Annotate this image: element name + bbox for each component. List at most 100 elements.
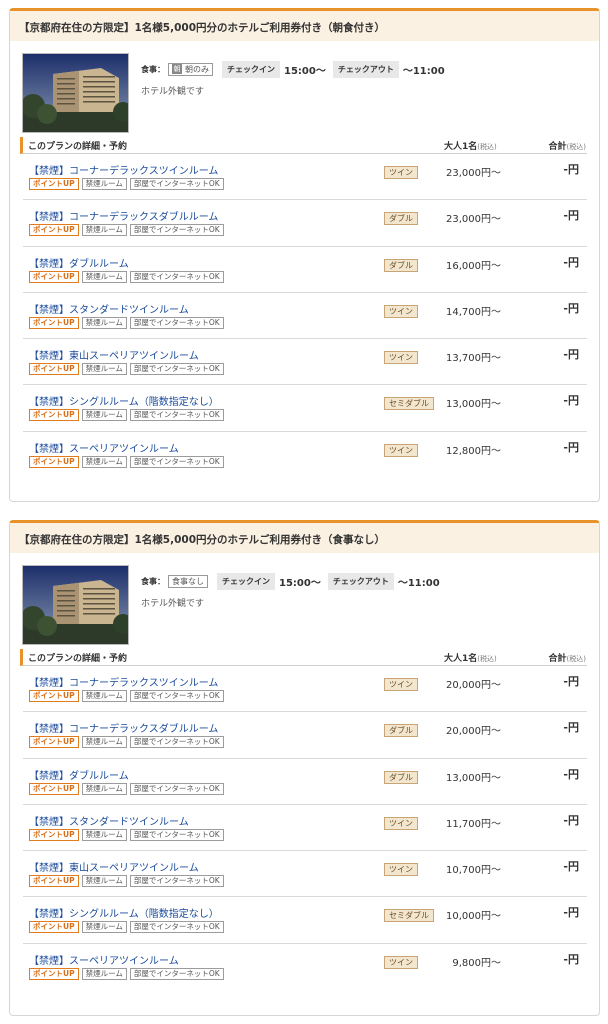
room-name-link[interactable]: 【禁煙】シングルルーム（階数指定なし） <box>29 393 219 408</box>
plan-title[interactable]: 【京都府在住の方限定】1名様5,000円分のホテルご利用券付き（朝食付き） <box>10 11 599 41</box>
bed-type-badge: ダブル <box>384 212 418 226</box>
room-price: 23,000円～ <box>446 214 501 226</box>
point-up-tag: ポイントUP <box>29 224 79 237</box>
room-total: -円 <box>563 348 579 362</box>
room-list: 【禁煙】コーナーデラックスツインルーム ポイントUP 禁煙ルーム 部屋でインターネット… <box>23 666 587 990</box>
internet-tag: 部屋でインターネットOK <box>129 316 224 329</box>
room-name-link[interactable]: 【禁煙】コーナーデラックスツインルーム <box>29 162 218 177</box>
room-tags: ポイントUP 禁煙ルーム 部屋でインターネットOK <box>29 828 227 841</box>
room-name-link[interactable]: 【禁煙】ダブルルーム <box>29 767 129 782</box>
room-row: 【禁煙】シングルルーム（階数指定なし） ポイントUP 禁煙ルーム 部屋でインターネット… <box>23 385 587 432</box>
total-column-header: 合計(税込) <box>548 142 586 152</box>
meal-label: 食事： <box>141 64 165 74</box>
plan-title[interactable]: 【京都府在住の方限定】1名様5,000円分のホテルご利用券付き（食事なし） <box>10 523 599 553</box>
detail-title: このプランの詳細・予約 <box>28 654 128 664</box>
room-name-link[interactable]: 【禁煙】シングルルーム（階数指定なし） <box>29 905 219 920</box>
non-smoking-tag: 禁煙ルーム <box>81 967 127 980</box>
room-price: 13,700円～ <box>446 353 501 365</box>
plan-card: 【京都府在住の方限定】1名様5,000円分のホテルご利用券付き（食事なし） 食事… <box>9 520 600 1016</box>
internet-tag: 部屋でインターネットOK <box>129 178 224 190</box>
room-tags: ポイントUP 禁煙ルーム 部屋でインターネットOK <box>29 178 227 190</box>
bed-type-badge: ツイン <box>384 304 418 318</box>
detail-title: このプランの詳細・予約 <box>28 142 128 152</box>
bed-type-badge: ツイン <box>384 678 418 691</box>
room-tags: ポイントUP 禁煙ルーム 部屋でインターネットOK <box>29 875 227 888</box>
point-up-tag: ポイントUP <box>29 178 79 190</box>
internet-tag: 部屋でインターネットOK <box>129 967 224 980</box>
room-row: 【禁煙】スーペリアツインルーム ポイントUP 禁煙ルーム 部屋でインターネットOK ツイ… <box>23 944 587 990</box>
hotel-exterior-photo[interactable] <box>22 565 129 645</box>
point-up-tag: ポイントUP <box>29 363 79 376</box>
photo-caption: ホテル外観です <box>141 87 205 97</box>
room-row: 【禁煙】東山スーペリアツインルーム ポイントUP 禁煙ルーム 部屋でインターネットOK… <box>23 851 587 898</box>
plan-summary: 食事： 食事なし チェックイン 15:00～ チェックアウト ～11:00 ホテ… <box>10 553 599 649</box>
room-price: 11,700円～ <box>446 818 501 830</box>
checkout-label: チェックアウト <box>332 60 399 78</box>
room-tags: ポイントUP 禁煙ルーム 部屋でインターネットOK <box>29 921 227 934</box>
room-name-link[interactable]: 【禁煙】ダブルルーム <box>29 255 129 270</box>
room-total: -円 <box>563 163 579 176</box>
room-list: 【禁煙】コーナーデラックスツインルーム ポイントUP 禁煙ルーム 部屋でインターネット… <box>23 154 587 478</box>
non-smoking-tag: 禁煙ルーム <box>81 224 127 237</box>
bed-type-badge: ツイン <box>384 443 418 457</box>
room-tags: ポイントUP 禁煙ルーム 部屋でインターネットOK <box>29 316 227 329</box>
room-total: -円 <box>563 394 579 408</box>
room-total: -円 <box>563 813 579 827</box>
meal-value: 朝のみ <box>185 64 209 74</box>
room-name-link[interactable]: 【禁煙】コーナーデラックスダブルルーム <box>29 720 218 735</box>
detail-header: このプランの詳細・予約 大人1名(税込) 合計(税込) <box>20 649 587 666</box>
room-tags: ポイントUP 禁煙ルーム 部屋でインターネットOK <box>29 363 227 376</box>
non-smoking-tag: 禁煙ルーム <box>81 782 127 795</box>
non-smoking-tag: 禁煙ルーム <box>81 875 127 888</box>
plan-card: 【京都府在住の方限定】1名様5,000円分のホテルご利用券付き（朝食付き） 食事… <box>9 8 600 502</box>
room-row: 【禁煙】コーナーデラックスツインルーム ポイントUP 禁煙ルーム 部屋でインターネット… <box>23 154 587 201</box>
point-up-tag: ポイントUP <box>29 455 79 468</box>
internet-tag: 部屋でインターネットOK <box>129 782 224 795</box>
room-tags: ポイントUP 禁煙ルーム 部屋でインターネットOK <box>29 409 227 422</box>
room-price: 14,700円～ <box>446 306 501 318</box>
room-row: 【禁煙】コーナーデラックスダブルルーム ポイントUP 禁煙ルーム 部屋でインターネット… <box>23 200 587 247</box>
bed-type-badge: ダブル <box>384 258 418 272</box>
room-row: 【禁煙】スタンダードツインルーム ポイントUP 禁煙ルーム 部屋でインターネットOK ツ… <box>23 805 587 852</box>
bed-type-badge: ダブル <box>384 770 418 784</box>
detail-header: このプランの詳細・予約 大人1名(税込) 合計(税込) <box>20 137 587 154</box>
checkout-time: ～11:00 <box>402 65 445 77</box>
bed-type-badge: セミダブル <box>384 397 434 411</box>
room-total: -円 <box>563 301 579 315</box>
room-row: 【禁煙】スーペリアツインルーム ポイントUP 禁煙ルーム 部屋でインターネットOK ツイ… <box>23 432 587 478</box>
internet-tag: 部屋でインターネットOK <box>129 690 224 702</box>
non-smoking-tag: 禁煙ルーム <box>81 828 127 841</box>
point-up-tag: ポイントUP <box>29 782 79 795</box>
room-name-link[interactable]: 【禁煙】スーペリアツインルーム <box>29 952 179 967</box>
room-row: 【禁煙】ダブルルーム ポイントUP 禁煙ルーム 部屋でインターネットOK ダブル 13,0… <box>23 759 587 805</box>
room-price: 13,000円～ <box>446 772 501 784</box>
non-smoking-tag: 禁煙ルーム <box>81 409 127 422</box>
fork-knife-icon: 朝 <box>172 64 182 74</box>
bed-type-badge: ダブル <box>384 724 418 738</box>
room-name-link[interactable]: 【禁煙】コーナーデラックスダブルルーム <box>29 208 218 223</box>
non-smoking-tag: 禁煙ルーム <box>81 690 127 702</box>
room-name-link[interactable]: 【禁煙】スタンダードツインルーム <box>29 813 189 828</box>
room-name-link[interactable]: 【禁煙】コーナーデラックスツインルーム <box>29 674 218 689</box>
room-total: -円 <box>563 906 579 920</box>
hotel-exterior-photo[interactable] <box>22 53 129 133</box>
room-total: -円 <box>563 860 579 874</box>
bed-type-badge: ツイン <box>384 166 418 179</box>
meal-badge: 食事なし <box>168 574 208 588</box>
internet-tag: 部屋でインターネットOK <box>129 455 224 468</box>
point-up-tag: ポイントUP <box>29 690 79 702</box>
room-price: 20,000円～ <box>446 726 501 738</box>
bed-type-badge: ツイン <box>384 863 418 877</box>
room-tags: ポイントUP 禁煙ルーム 部屋でインターネットOK <box>29 967 227 980</box>
room-name-link[interactable]: 【禁煙】スタンダードツインルーム <box>29 301 189 316</box>
room-price: 10,700円～ <box>446 865 501 877</box>
room-tags: ポイントUP 禁煙ルーム 部屋でインターネットOK <box>29 736 227 749</box>
point-up-tag: ポイントUP <box>29 921 79 934</box>
room-name-link[interactable]: 【禁煙】東山スーペリアツインルーム <box>29 859 199 874</box>
room-row: 【禁煙】シングルルーム（階数指定なし） ポイントUP 禁煙ルーム 部屋でインターネット… <box>23 897 587 944</box>
room-total: -円 <box>563 767 579 781</box>
room-name-link[interactable]: 【禁煙】東山スーペリアツインルーム <box>29 347 199 362</box>
room-name-link[interactable]: 【禁煙】スーペリアツインルーム <box>29 440 179 455</box>
internet-tag: 部屋でインターネットOK <box>129 828 224 841</box>
point-up-tag: ポイントUP <box>29 270 79 283</box>
